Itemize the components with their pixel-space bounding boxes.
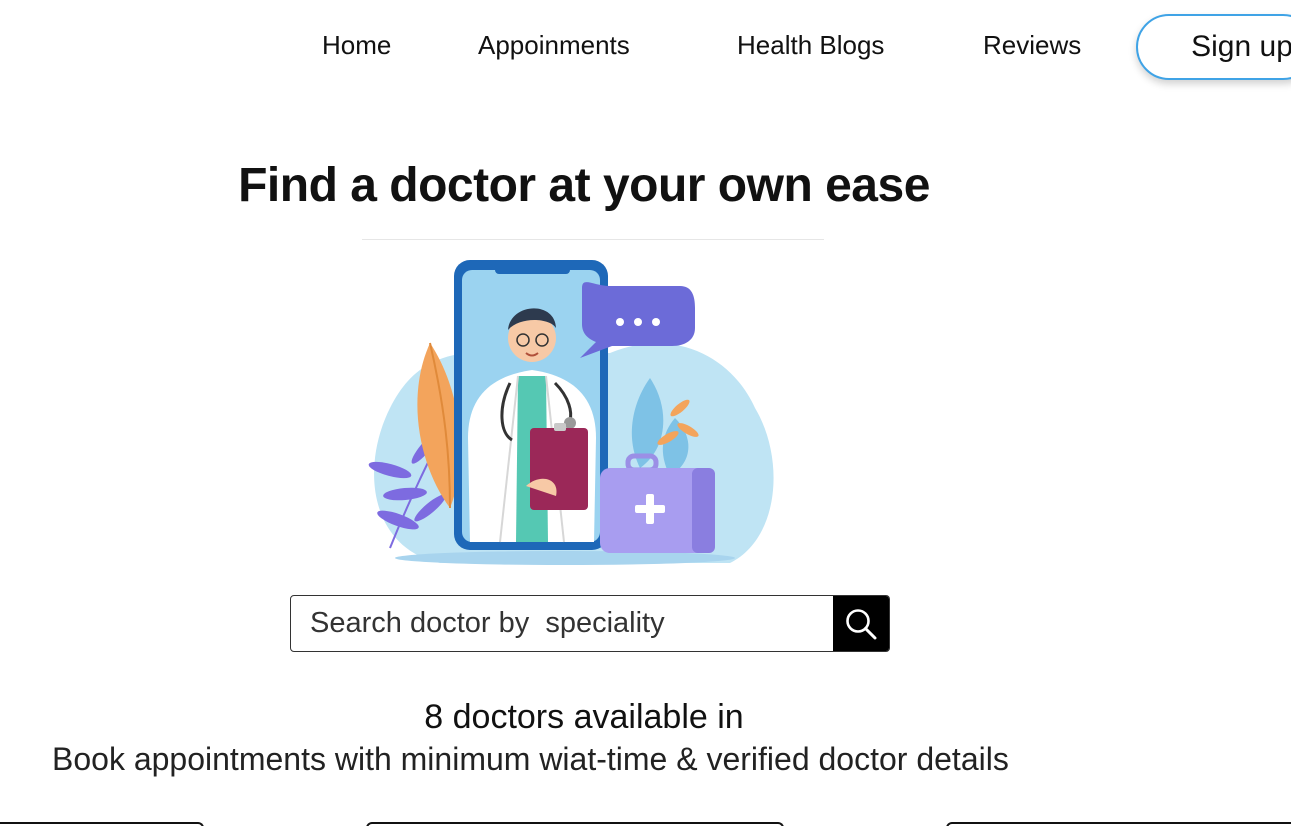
signup-button[interactable]: Sign up [1136, 14, 1291, 80]
doctor-phone-illustration [368, 260, 774, 565]
search-bar [290, 595, 890, 652]
search-button[interactable] [833, 596, 889, 651]
availability-subtitle: Book appointments with minimum wiat-time… [52, 741, 1009, 777]
doctor-card[interactable] [0, 822, 204, 826]
nav-reviews-link[interactable]: Reviews [983, 30, 1081, 61]
doctor-count-heading: 8 doctors available in [424, 698, 744, 736]
nav-home-link[interactable]: Home [322, 30, 391, 61]
page: Home Appoinments Health Blogs Reviews Si… [0, 0, 1291, 826]
nav-health-blogs-link[interactable]: Health Blogs [737, 30, 884, 61]
nav-appointments-link[interactable]: Appoinments [478, 30, 630, 61]
search-icon [846, 608, 877, 639]
doctor-card[interactable] [946, 822, 1291, 826]
doctor-card[interactable] [366, 822, 784, 826]
search-input[interactable] [291, 596, 835, 651]
page-title: Find a doctor at your own ease [238, 159, 930, 212]
title-divider [362, 239, 824, 240]
